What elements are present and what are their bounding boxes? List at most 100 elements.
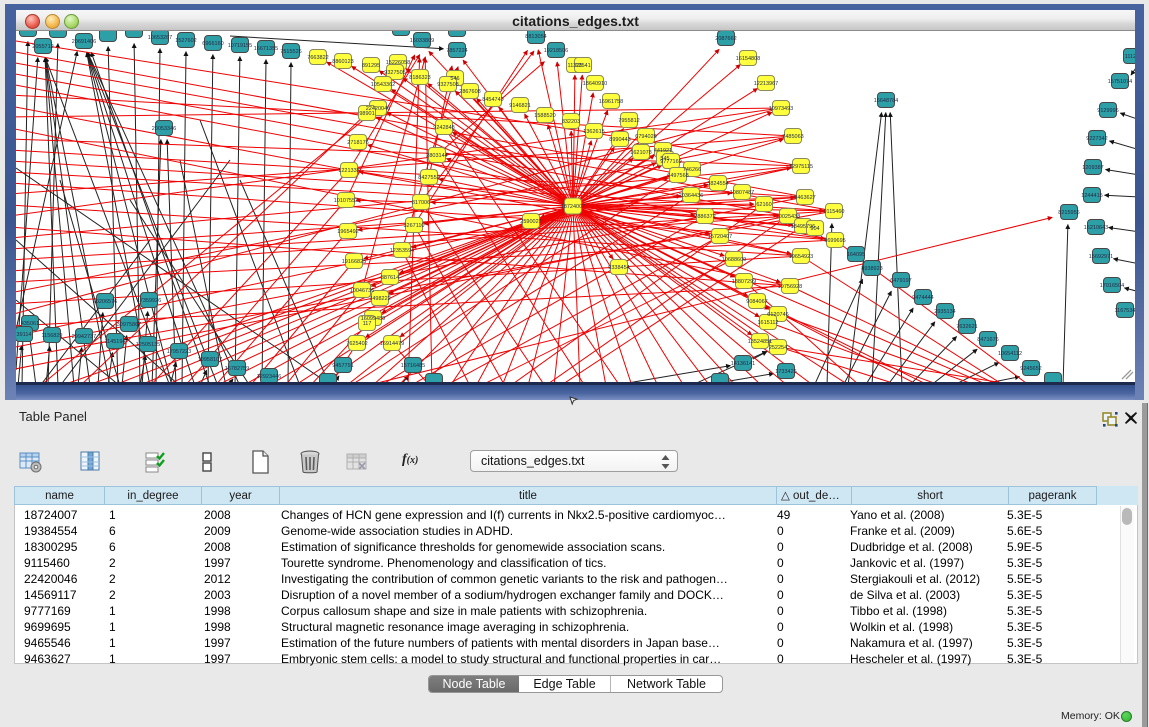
svg-text:39114: 39114 [17,332,32,338]
svg-text:1145194: 1145194 [104,339,125,345]
svg-text:7625402: 7625402 [346,341,367,347]
svg-text:7886372: 7886372 [694,214,715,220]
svg-text:9457791: 9457791 [332,363,353,369]
svg-text:6479197: 6479197 [890,278,911,284]
svg-text:8860123: 8860123 [332,59,353,65]
svg-text:10543362: 10543362 [371,82,395,88]
svg-text:8471676: 8471676 [977,337,998,343]
svg-text:8215955: 8215955 [1058,210,1079,216]
svg-text:8186323: 8186323 [409,75,430,81]
svg-text:20364436: 20364436 [679,193,703,199]
svg-text:12213967: 12213967 [754,81,778,87]
svg-text:1221338: 1221338 [338,168,359,174]
svg-text:98901: 98901 [359,111,374,117]
svg-text:17016504: 17016504 [1100,283,1124,289]
svg-text:2590027: 2590027 [520,219,541,225]
svg-text:1244415: 1244415 [1081,193,1102,199]
svg-text:12923446: 12923446 [257,374,281,380]
svg-text:62160: 62160 [756,202,771,208]
svg-text:16210643: 16210643 [1084,225,1108,231]
svg-text:9245652: 9245652 [1020,366,1041,372]
svg-text:9338454: 9338454 [608,265,629,271]
svg-text:18807299: 18807299 [732,279,756,285]
svg-text:10688609: 10688609 [722,257,746,263]
svg-text:19166825: 19166825 [342,259,366,265]
svg-text:2935134: 2935134 [934,309,955,315]
svg-text:252254: 252254 [769,345,787,351]
svg-text:20691406: 20691406 [72,39,96,45]
svg-text:16648784: 16648784 [874,98,898,104]
svg-text:10958107: 10958107 [198,357,222,363]
svg-text:16671355: 16671355 [254,46,278,52]
svg-text:9115460: 9115460 [823,209,844,215]
svg-text:15751074: 15751074 [1108,79,1132,85]
svg-text:1965492: 1965492 [337,229,358,235]
svg-text:19218506: 19218506 [544,48,568,54]
svg-text:1156829: 1156829 [41,333,62,339]
svg-text:10973493: 10973493 [769,106,793,112]
svg-text:16914479: 16914479 [380,341,404,347]
svg-text:15716485: 15716485 [401,363,425,369]
svg-text:117: 117 [363,321,372,327]
svg-text:9327505: 9327505 [384,70,405,76]
svg-text:18640910: 18640910 [583,81,607,87]
svg-text:8938923: 8938923 [861,266,882,272]
svg-text:8990443: 8990443 [609,137,630,143]
svg-text:9227342: 9227342 [1086,136,1107,142]
svg-text:2803144: 2803144 [426,153,447,159]
svg-text:2055712: 2055712 [32,44,53,50]
svg-text:6794028: 6794028 [635,134,656,140]
svg-text:16961758: 16961758 [599,99,623,105]
svg-text:11123: 11123 [1125,54,1135,60]
svg-text:20206576: 20206576 [93,299,117,305]
svg-text:10807487: 10807487 [730,190,754,196]
svg-text:8454749: 8454749 [482,97,503,103]
svg-text:7632621: 7632621 [956,324,977,330]
svg-text:3267110: 3267110 [403,223,424,229]
svg-text:15720407: 15720407 [708,234,732,240]
svg-text:20053346: 20053346 [152,126,176,132]
svg-text:891295: 891295 [362,63,380,69]
svg-text:7955812: 7955812 [618,118,639,124]
svg-text:441921: 441921 [654,148,672,154]
svg-text:14136141: 14136141 [731,361,755,367]
svg-text:9327508: 9327508 [437,82,458,88]
svg-text:16782759: 16782759 [225,366,249,372]
svg-text:9699695: 9699695 [824,238,845,244]
svg-text:2087662: 2087662 [715,36,736,42]
svg-text:12975115: 12975115 [789,164,813,170]
svg-text:10719155: 10719155 [228,43,252,49]
svg-text:16033809: 16033809 [410,38,434,44]
svg-text:16154808: 16154808 [736,56,760,62]
svg-text:1733426: 1733426 [775,369,796,375]
svg-text:6120746: 6120746 [767,312,788,318]
svg-text:9474444: 9474444 [912,295,933,301]
svg-text:7857224: 7857224 [446,48,467,54]
svg-text:12505135: 12505135 [136,342,160,348]
svg-text:9463627: 9463627 [794,195,815,201]
svg-text:435061: 435061 [21,321,39,327]
svg-text:19654923: 19654923 [789,254,813,260]
svg-text:1167534: 1167534 [1114,308,1135,314]
svg-text:1362615: 1362615 [583,129,604,135]
svg-text:817006: 817006 [412,200,430,206]
svg-text:10025438: 10025438 [776,214,800,220]
svg-text:2718176: 2718176 [347,140,368,146]
svg-text:9242848: 9242848 [433,125,454,131]
svg-text:7663822: 7663822 [307,55,328,61]
svg-text:2867608: 2867608 [459,89,480,95]
svg-text:8427552: 8427552 [418,175,439,181]
svg-text:17957223: 17957223 [167,349,191,355]
svg-text:12353594: 12353594 [390,248,414,254]
svg-text:832203: 832203 [562,119,580,125]
svg-text:19756928: 19756928 [778,284,802,290]
svg-text:1527602: 1527602 [175,38,196,44]
svg-text:15226058: 15226058 [386,60,410,66]
svg-text:904: 904 [810,226,819,232]
svg-text:8813054: 8813054 [525,34,546,40]
svg-text:164095: 164095 [847,252,865,258]
svg-text:12541: 12541 [575,63,590,69]
svg-text:3824554: 3824554 [707,181,728,187]
svg-text:30975867: 30975867 [117,322,141,328]
svg-text:1621078: 1621078 [630,150,651,156]
